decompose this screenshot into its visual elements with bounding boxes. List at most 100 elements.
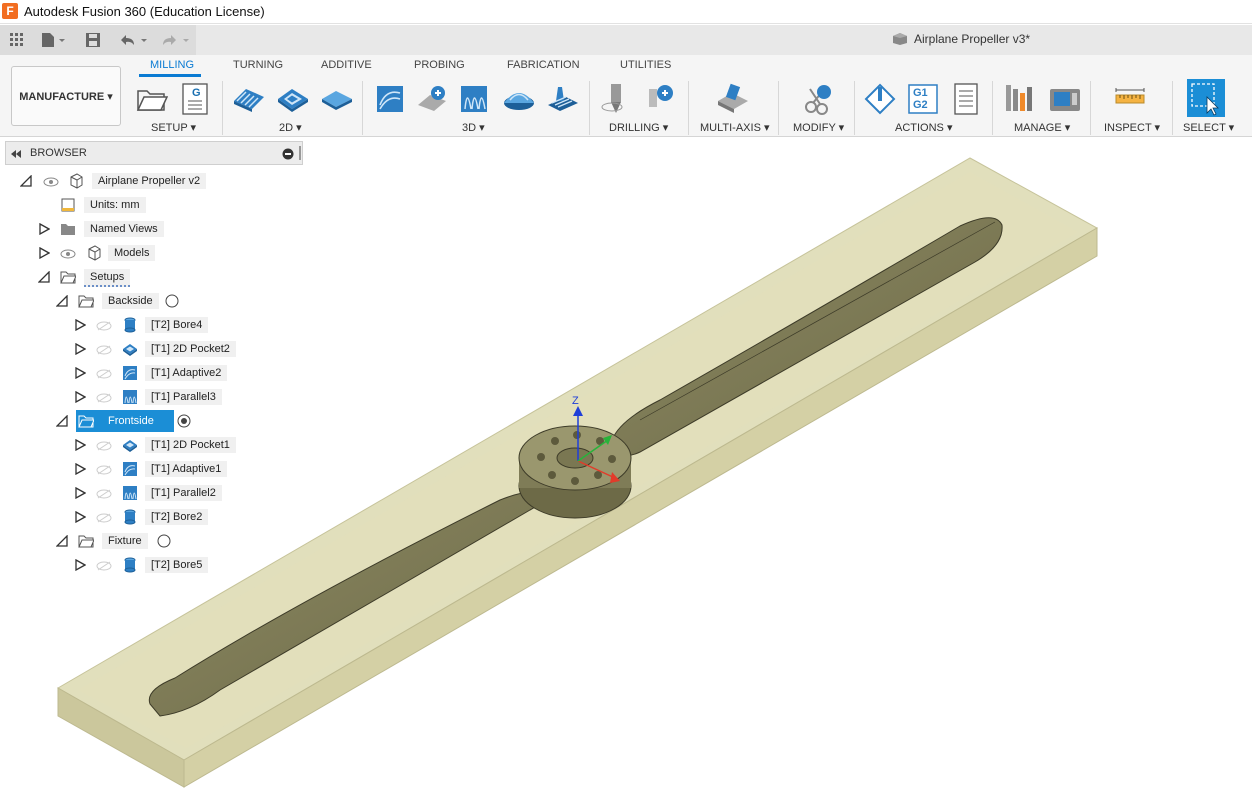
- redo-button[interactable]: [158, 30, 192, 50]
- expanded-triangle-icon[interactable]: [56, 295, 68, 307]
- apps-grid-icon[interactable]: [8, 30, 26, 50]
- hidden-eye-icon[interactable]: [96, 441, 112, 451]
- operation-label[interactable]: [T1] Parallel3: [145, 389, 222, 405]
- operation-label[interactable]: [T2] Bore2: [145, 509, 209, 525]
- hidden-eye-icon[interactable]: [96, 321, 112, 331]
- workspace-switcher-button[interactable]: MANUFACTURE ▾: [11, 66, 121, 126]
- operation-label[interactable]: [T1] 2D Pocket2: [145, 341, 236, 357]
- operation-label[interactable]: [T1] Adaptive2: [145, 365, 228, 381]
- multi-axis-group-label[interactable]: MULTI-AXIS ▾: [700, 121, 770, 134]
- setup-group-label[interactable]: SETUP ▾: [151, 121, 196, 134]
- tab-additive[interactable]: ADDITIVE: [321, 59, 372, 71]
- operation-label[interactable]: [T1] Parallel2: [145, 485, 222, 501]
- named-views-label[interactable]: Named Views: [84, 221, 164, 237]
- new-folder-icon[interactable]: [136, 83, 169, 115]
- tab-milling[interactable]: MILLING: [150, 59, 194, 71]
- 2d-pocket-icon[interactable]: [276, 83, 308, 115]
- document-tab-label: Airplane Propeller v3*: [914, 32, 1031, 46]
- tool-library-icon[interactable]: [1004, 83, 1036, 115]
- modify-toolpath-icon[interactable]: [802, 83, 834, 115]
- collapsed-triangle-icon[interactable]: [38, 223, 50, 235]
- ribbon-separator: [688, 81, 689, 135]
- operation-label[interactable]: [T2] Bore5: [145, 557, 209, 573]
- scallop-icon[interactable]: [546, 83, 578, 115]
- hidden-eye-icon[interactable]: [96, 369, 112, 379]
- post-process-icon[interactable]: G1 G2: [907, 83, 939, 115]
- select-tool-button[interactable]: [1187, 79, 1225, 117]
- tab-turning[interactable]: TURNING: [233, 59, 283, 71]
- 2d-adaptive-icon[interactable]: [232, 83, 264, 115]
- window-title: Autodesk Fusion 360 (Education License): [24, 4, 265, 19]
- drilling-group-label[interactable]: DRILLING ▾: [609, 121, 668, 134]
- file-menu-button[interactable]: [38, 30, 68, 50]
- collapsed-triangle-icon[interactable]: [74, 511, 86, 523]
- propeller-model[interactable]: [148, 217, 1003, 717]
- expanded-triangle-icon[interactable]: [20, 175, 32, 187]
- setup-backside-label[interactable]: Backside: [102, 293, 159, 309]
- radio-button-icon[interactable]: [165, 294, 179, 308]
- machine-library-icon[interactable]: [1048, 83, 1080, 115]
- collapsed-triangle-icon[interactable]: [74, 319, 86, 331]
- multi-axis-icon[interactable]: [716, 83, 748, 115]
- tab-probing[interactable]: PROBING: [414, 59, 465, 71]
- face-icon[interactable]: [320, 83, 352, 115]
- collapse-panel-icon[interactable]: [10, 149, 22, 159]
- simulate-icon[interactable]: [864, 83, 896, 115]
- manage-group-label[interactable]: MANAGE ▾: [1014, 121, 1070, 134]
- tab-utilities[interactable]: UTILITIES: [620, 59, 671, 71]
- collapsed-triangle-icon[interactable]: [74, 367, 86, 379]
- eye-icon[interactable]: [60, 249, 76, 259]
- inspect-group-label[interactable]: INSPECT ▾: [1104, 121, 1160, 134]
- setups-label[interactable]: Setups: [84, 269, 131, 287]
- setup-sheet-icon[interactable]: [950, 83, 982, 115]
- expanded-triangle-icon[interactable]: [56, 415, 68, 427]
- hidden-eye-icon[interactable]: [96, 561, 112, 571]
- drill-icon[interactable]: [600, 83, 632, 115]
- contour-icon[interactable]: [502, 83, 534, 115]
- collapsed-triangle-icon[interactable]: [74, 343, 86, 355]
- hidden-eye-icon[interactable]: [96, 393, 112, 403]
- hidden-eye-icon[interactable]: [96, 345, 112, 355]
- panel-resize-handle[interactable]: [299, 146, 301, 160]
- units-label[interactable]: Units: mm: [84, 197, 146, 213]
- hole-recognition-icon[interactable]: [644, 83, 676, 115]
- operation-label[interactable]: [T1] 2D Pocket1: [145, 437, 236, 453]
- expanded-triangle-icon[interactable]: [38, 271, 50, 283]
- document-tab[interactable]: Airplane Propeller v3*: [892, 32, 1030, 46]
- select-group-label[interactable]: SELECT ▾: [1183, 121, 1234, 134]
- 3d-pocket-icon[interactable]: [416, 83, 448, 115]
- minus-circle-icon[interactable]: [282, 148, 294, 160]
- undo-button[interactable]: [116, 30, 150, 50]
- collapsed-triangle-icon[interactable]: [74, 439, 86, 451]
- tab-fabrication[interactable]: FABRICATION: [507, 59, 580, 71]
- parallel-icon[interactable]: [458, 83, 490, 115]
- expanded-triangle-icon[interactable]: [56, 535, 68, 547]
- ribbon-toolbar: MANUFACTURE ▾ MILLING TURNING ADDITIVE P…: [0, 55, 1252, 137]
- hidden-eye-icon[interactable]: [96, 489, 112, 499]
- hidden-eye-icon[interactable]: [96, 513, 112, 523]
- collapsed-triangle-icon[interactable]: [74, 559, 86, 571]
- parallel-op-icon: [123, 390, 137, 404]
- operation-label[interactable]: [T2] Bore4: [145, 317, 209, 333]
- 3d-group-label[interactable]: 3D ▾: [462, 121, 485, 134]
- nc-program-icon[interactable]: G: [180, 83, 212, 115]
- radio-button-icon[interactable]: [157, 534, 171, 548]
- modify-group-label[interactable]: MODIFY ▾: [793, 121, 844, 134]
- measure-icon[interactable]: [1114, 83, 1146, 115]
- eye-icon[interactable]: [43, 177, 59, 187]
- operation-label[interactable]: [T1] Adaptive1: [145, 461, 228, 477]
- collapsed-triangle-icon[interactable]: [74, 487, 86, 499]
- 3d-adaptive-icon[interactable]: [374, 83, 406, 115]
- radio-button-selected-icon[interactable]: [177, 414, 191, 428]
- collapsed-triangle-icon[interactable]: [38, 247, 50, 259]
- collapsed-triangle-icon[interactable]: [74, 463, 86, 475]
- setup-fixture-label[interactable]: Fixture: [102, 533, 148, 549]
- setup-frontside-label[interactable]: Frontside: [102, 413, 160, 429]
- save-icon[interactable]: [84, 30, 102, 50]
- hidden-eye-icon[interactable]: [96, 465, 112, 475]
- actions-group-label[interactable]: ACTIONS ▾: [895, 121, 952, 134]
- root-component-label[interactable]: Airplane Propeller v2: [92, 173, 207, 189]
- 2d-group-label[interactable]: 2D ▾: [279, 121, 302, 134]
- collapsed-triangle-icon[interactable]: [74, 391, 86, 403]
- models-label[interactable]: Models: [108, 245, 156, 261]
